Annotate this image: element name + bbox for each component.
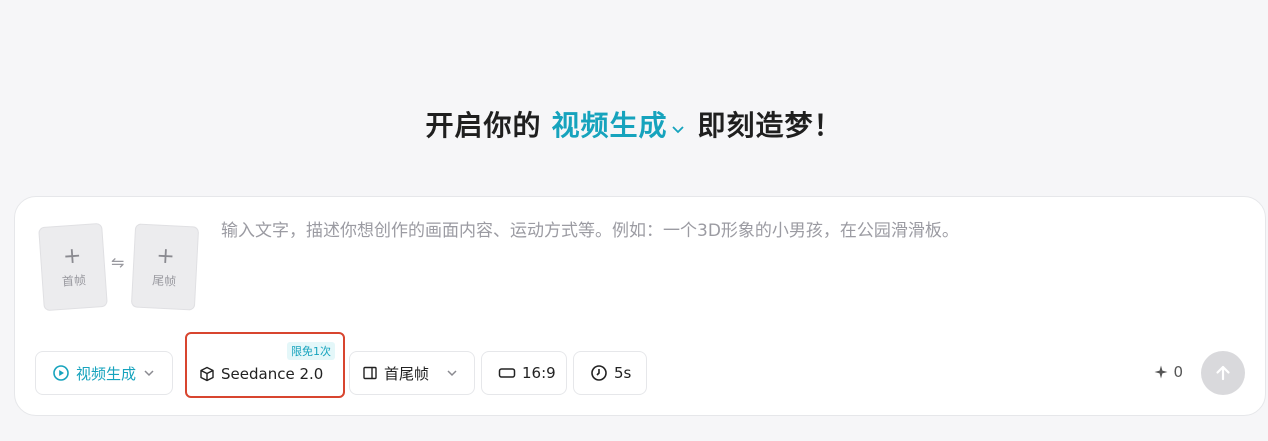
frames-select[interactable]: 首尾帧 [349, 351, 475, 395]
mode-select-label: 视频生成 [76, 364, 137, 383]
play-sparkle-icon [53, 365, 69, 381]
plus-icon: + [155, 243, 176, 269]
swap-icon[interactable]: ⇋ [111, 253, 124, 272]
free-trial-badge: 限免1次 [287, 342, 335, 360]
cube-icon [200, 366, 214, 382]
first-frame-upload[interactable]: + 首帧 [38, 222, 108, 312]
mode-select[interactable]: 视频生成 [35, 351, 173, 395]
duration-label: 5s [614, 364, 632, 382]
last-frame-upload[interactable]: + 尾帧 [130, 223, 200, 311]
aspect-ratio-label: 16:9 [522, 364, 556, 382]
chevron-down-icon [447, 370, 457, 377]
credits-value: 0 [1173, 363, 1183, 381]
plus-icon: + [62, 242, 83, 270]
arrow-up-icon [1216, 365, 1230, 381]
chevron-down-icon [144, 370, 154, 377]
last-frame-label: 尾帧 [151, 272, 177, 289]
chevron-down-icon [670, 111, 686, 144]
credits-counter: 0 [1154, 363, 1183, 381]
frames-select-label: 首尾帧 [384, 364, 430, 383]
headline-suffix: 即刻造梦！ [697, 109, 843, 142]
page-headline: 开启你的 视频生成 即刻造梦！ [0, 104, 1268, 144]
prompt-input[interactable] [221, 221, 1221, 241]
send-button[interactable] [1201, 351, 1245, 395]
aspect-ratio-select[interactable]: 16:9 [481, 351, 567, 395]
duration-select[interactable]: 5s [573, 351, 647, 395]
headline-mode-label: 视频生成 [551, 109, 668, 142]
clock-icon [591, 365, 607, 381]
aspect-ratio-icon [498, 368, 516, 378]
model-select[interactable]: 限免1次 Seedance 2.0 [185, 332, 345, 398]
frame-icon [363, 366, 377, 380]
model-select-label: Seedance 2.0 [221, 365, 324, 383]
first-frame-label: 首帧 [61, 272, 87, 289]
sparkle-icon [1154, 365, 1168, 379]
headline-mode-dropdown[interactable]: 视频生成 [551, 109, 685, 142]
headline-prefix: 开启你的 [425, 109, 542, 142]
prompt-card: + 首帧 ⇋ + 尾帧 视频生成 限免1次 Seedance 2.0 首尾帧 1… [14, 196, 1266, 416]
